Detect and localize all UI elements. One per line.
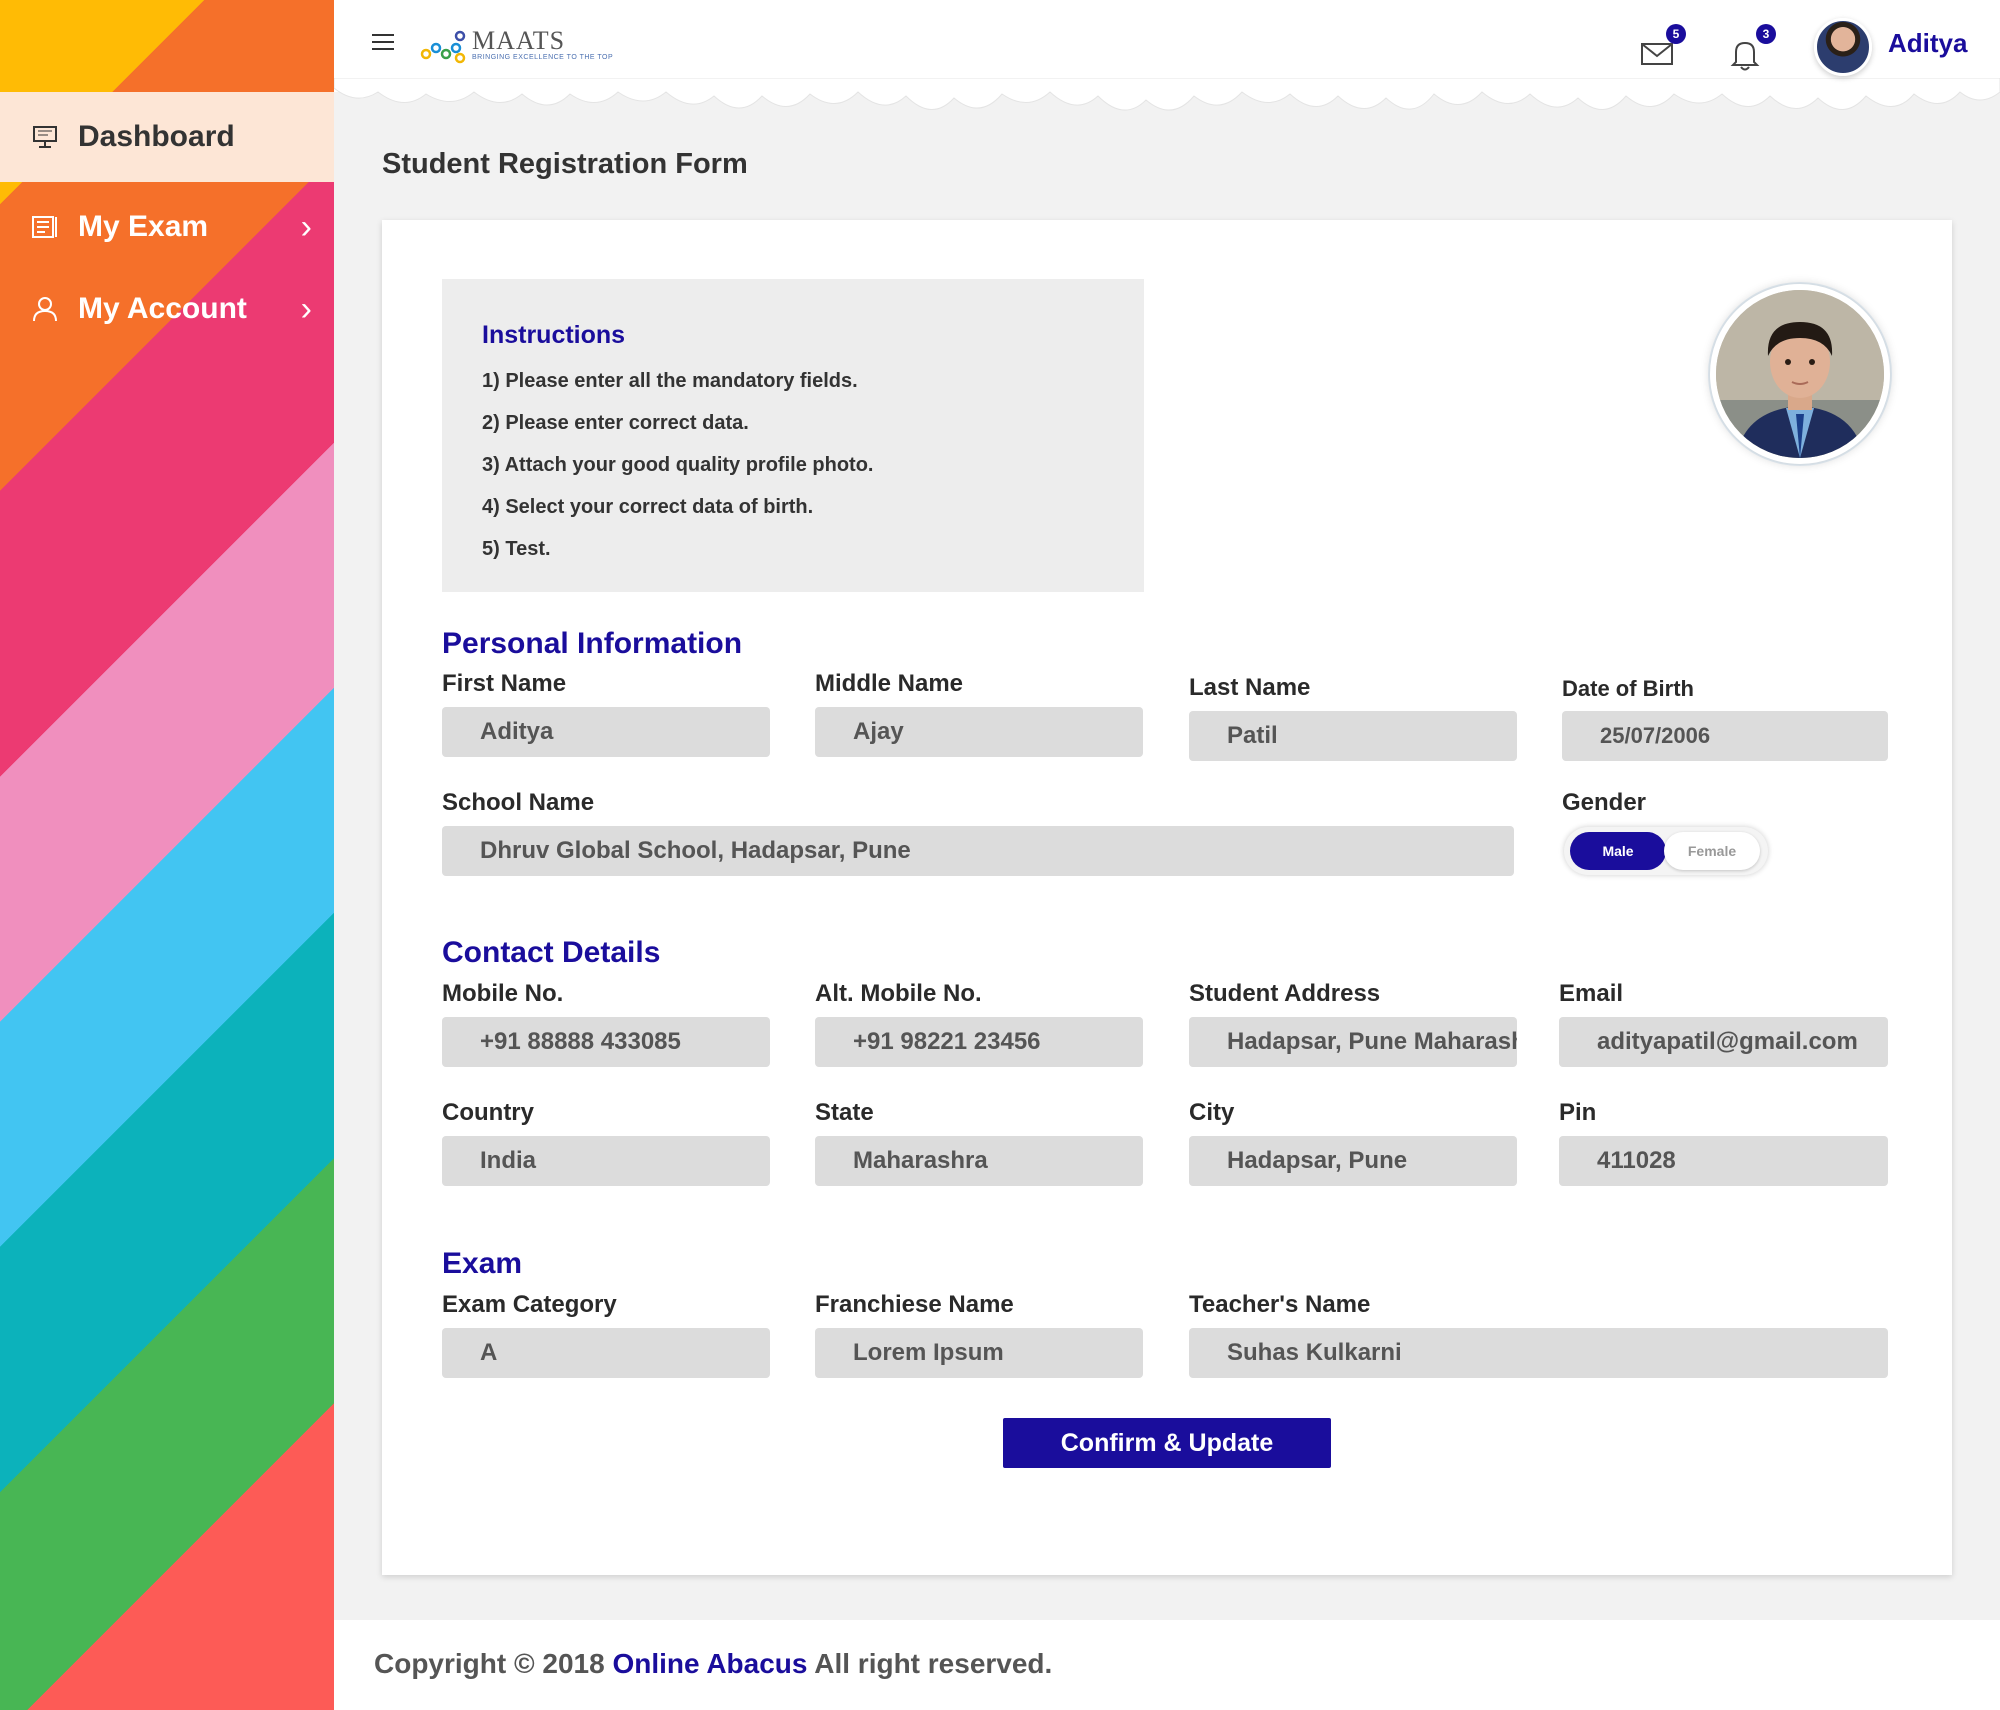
hamburger-menu-button[interactable] [372, 34, 394, 52]
sidebar-item-dashboard[interactable]: Dashboard [0, 92, 334, 182]
country-field[interactable]: India [442, 1136, 770, 1186]
alt-mobile-field[interactable]: +91 98221 23456 [815, 1017, 1143, 1067]
gender-option-female[interactable]: Female [1664, 832, 1760, 870]
cloud-decoration [334, 78, 2000, 111]
middle-name-field[interactable]: Ajay [815, 707, 1143, 757]
dob-field[interactable]: 25/07/2006 [1562, 711, 1888, 761]
country-label: Country [442, 1099, 534, 1126]
instruction-item: 3) Attach your good quality profile phot… [482, 454, 874, 476]
gender-toggle[interactable]: Male Female [1564, 827, 1768, 875]
monitor-icon [30, 122, 60, 152]
personal-information-heading: Personal Information [442, 627, 743, 660]
sidebar: Dashboard My Exam › My Account › [0, 0, 334, 1710]
user-avatar[interactable] [1814, 18, 1872, 76]
teacher-name-label: Teacher's Name [1189, 1291, 1371, 1318]
bell-icon [1730, 41, 1760, 71]
teacher-name-field[interactable]: Suhas Kulkarni [1189, 1328, 1888, 1378]
instruction-item: 2) Please enter correct data. [482, 412, 749, 434]
alt-mobile-label: Alt. Mobile No. [815, 980, 982, 1007]
email-field[interactable]: adityapatil@gmail.com [1559, 1017, 1888, 1067]
student-address-field[interactable]: Hadapsar, Pune Maharashtra [1189, 1017, 1517, 1067]
instruction-item: 1) Please enter all the mandatory fields… [482, 370, 858, 392]
student-photo-image [1716, 290, 1884, 458]
state-label: State [815, 1099, 874, 1126]
copyright-text: Copyright © 2018 Online Abacus All right… [374, 1648, 1052, 1680]
instructions-panel: Instructions 1) Please enter all the man… [442, 279, 1144, 592]
copyright-brand-link[interactable]: Online Abacus [612, 1648, 807, 1679]
exam-category-field[interactable]: A [442, 1328, 770, 1378]
notifications-button[interactable]: 3 [1730, 24, 1776, 71]
exam-heading: Exam [442, 1247, 523, 1280]
city-field[interactable]: Hadapsar, Pune [1189, 1136, 1517, 1186]
instruction-item: 5) Test. [482, 538, 551, 560]
first-name-label: First Name [442, 670, 567, 697]
sidebar-item-my-exam[interactable]: My Exam › [0, 182, 334, 272]
franchise-name-label: Franchiese Name [815, 1291, 1014, 1318]
middle-name-label: Middle Name [815, 670, 964, 697]
user-name[interactable]: Aditya [1888, 28, 1967, 59]
confirm-update-button[interactable]: Confirm & Update [1003, 1418, 1331, 1468]
mail-button[interactable]: 5 [1640, 24, 1686, 70]
state-field[interactable]: Maharashra [815, 1136, 1143, 1186]
pin-label: Pin [1559, 1099, 1597, 1126]
student-address-label: Student Address [1189, 980, 1381, 1007]
gender-label: Gender [1562, 789, 1647, 816]
gender-option-male[interactable]: Male [1570, 832, 1666, 870]
last-name-label: Last Name [1189, 674, 1311, 701]
dob-label: Date of Birth [1562, 676, 1694, 701]
logo-tagline: BRINGING EXCELLENCE TO THE TOP [472, 53, 614, 61]
sidebar-item-my-account[interactable]: My Account › [0, 264, 334, 354]
first-name-field[interactable]: Aditya [442, 707, 770, 757]
mail-count-badge: 5 [1666, 24, 1686, 44]
school-name-label: School Name [442, 789, 595, 816]
mobile-field[interactable]: +91 88888 433085 [442, 1017, 770, 1067]
exam-icon [30, 212, 60, 242]
pin-field[interactable]: 411028 [1559, 1136, 1888, 1186]
instructions-title: Instructions [482, 321, 626, 349]
copyright-prefix: Copyright © 2018 [374, 1648, 605, 1679]
logo-mark-icon [420, 30, 466, 64]
logo[interactable]: MAATS BRINGING EXCELLENCE TO THE TOP [420, 24, 613, 64]
chevron-right-icon: › [300, 289, 312, 328]
sidebar-item-label: My Account [78, 292, 247, 325]
school-name-field[interactable]: Dhruv Global School, Hadapsar, Pune [442, 826, 1514, 876]
mail-icon [1641, 43, 1673, 65]
sidebar-item-label: Dashboard [78, 120, 235, 153]
page-title: Student Registration Form [382, 148, 748, 180]
mobile-label: Mobile No. [442, 980, 564, 1007]
instruction-item: 4) Select your correct data of birth. [482, 496, 814, 518]
user-icon [30, 294, 60, 324]
logo-name: MAATS [472, 25, 566, 55]
franchise-name-field[interactable]: Lorem Ipsum [815, 1328, 1143, 1378]
exam-category-label: Exam Category [442, 1291, 617, 1318]
copyright-suffix: All right reserved. [814, 1648, 1053, 1679]
notification-count-badge: 3 [1756, 24, 1776, 44]
sidebar-item-label: My Exam [78, 210, 209, 243]
profile-photo[interactable] [1710, 284, 1890, 464]
contact-details-heading: Contact Details [442, 936, 661, 969]
city-label: City [1189, 1099, 1235, 1126]
last-name-field[interactable]: Patil [1189, 711, 1517, 761]
chevron-right-icon: › [300, 207, 312, 246]
email-label: Email [1559, 980, 1624, 1007]
